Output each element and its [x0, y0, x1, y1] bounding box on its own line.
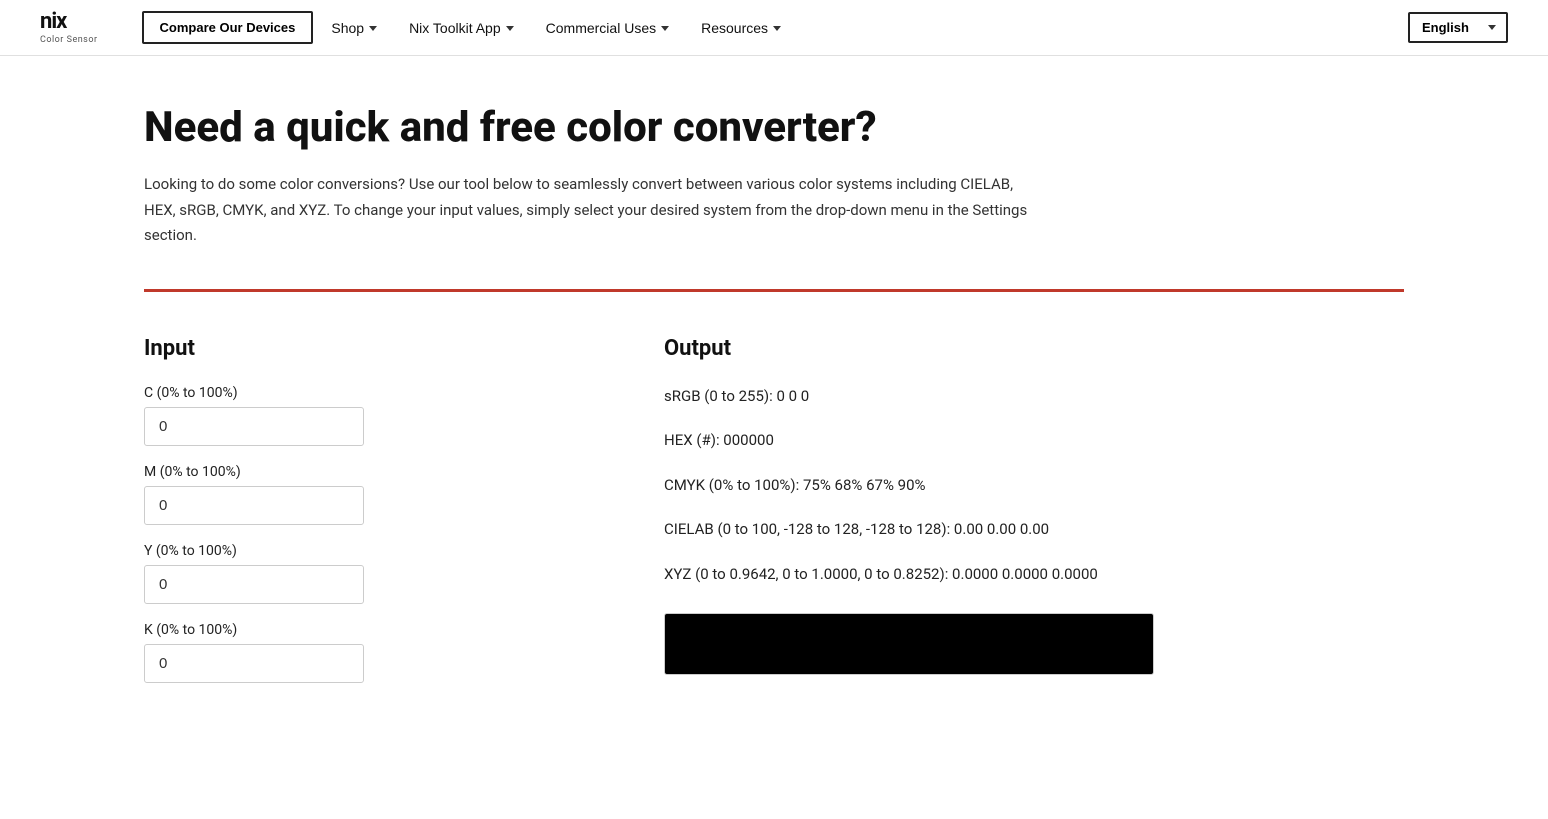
input-field-0[interactable]: [144, 407, 364, 446]
output-row-0: sRGB (0 to 255): 0 0 0: [664, 385, 1404, 408]
converter-layout: Input C (0% to 100%) M (0% to 100%) Y (0% …: [144, 336, 1404, 701]
site-header: nix Color Sensor Compare Our Devices Sho…: [0, 0, 1548, 56]
logo[interactable]: nix Color Sensor: [40, 11, 98, 45]
shop-nav-item[interactable]: Shop: [317, 13, 391, 43]
output-row-1: HEX (#): 000000: [664, 429, 1404, 452]
input-section: Input C (0% to 100%) M (0% to 100%) Y (0% …: [144, 336, 584, 701]
resources-label: Resources: [701, 20, 768, 36]
page-description: Looking to do some color conversions? Us…: [144, 172, 1044, 249]
main-content: Need a quick and free color converter? L…: [84, 56, 1464, 761]
output-row-2: CMYK (0% to 100%): 75% 68% 67% 90%: [664, 474, 1404, 497]
output-row-4: XYZ (0 to 0.9642, 0 to 1.0000, 0 to 0.82…: [664, 563, 1404, 586]
input-label-1: M (0% to 100%): [144, 464, 584, 480]
input-field-3[interactable]: [144, 644, 364, 683]
commercial-nav-item[interactable]: Commercial Uses: [532, 13, 683, 43]
compare-devices-button[interactable]: Compare Our Devices: [142, 11, 314, 44]
resources-chevron-icon: [773, 26, 781, 31]
input-field-2[interactable]: [144, 565, 364, 604]
toolkit-nav-item[interactable]: Nix Toolkit App: [395, 13, 528, 43]
output-section-title: Output: [664, 336, 1404, 361]
shop-chevron-icon: [369, 26, 377, 31]
logo-name: nix: [40, 11, 98, 33]
input-field-group-3: K (0% to 100%): [144, 622, 584, 683]
page-title: Need a quick and free color converter?: [144, 104, 1404, 152]
input-field-group-1: M (0% to 100%): [144, 464, 584, 525]
resources-nav-item[interactable]: Resources: [687, 13, 795, 43]
color-preview: [664, 613, 1154, 675]
logo-subtitle: Color Sensor: [40, 35, 98, 45]
input-label-0: C (0% to 100%): [144, 385, 584, 401]
main-nav: Compare Our Devices Shop Nix Toolkit App…: [142, 11, 1384, 44]
input-label-2: Y (0% to 100%): [144, 543, 584, 559]
shop-label: Shop: [331, 20, 364, 36]
input-field-group-0: C (0% to 100%): [144, 385, 584, 446]
input-section-title: Input: [144, 336, 584, 361]
red-divider: [144, 289, 1404, 292]
input-field-group-2: Y (0% to 100%): [144, 543, 584, 604]
output-row-3: CIELAB (0 to 100, -128 to 128, -128 to 1…: [664, 518, 1404, 541]
toolkit-label: Nix Toolkit App: [409, 20, 501, 36]
input-label-3: K (0% to 100%): [144, 622, 584, 638]
input-field-1[interactable]: [144, 486, 364, 525]
language-select[interactable]: EnglishFrançaisDeutschEspañol: [1408, 12, 1508, 43]
output-section: Output sRGB (0 to 255): 0 0 0 HEX (#): 00…: [664, 336, 1404, 676]
commercial-chevron-icon: [661, 26, 669, 31]
commercial-label: Commercial Uses: [546, 20, 656, 36]
toolkit-chevron-icon: [506, 26, 514, 31]
